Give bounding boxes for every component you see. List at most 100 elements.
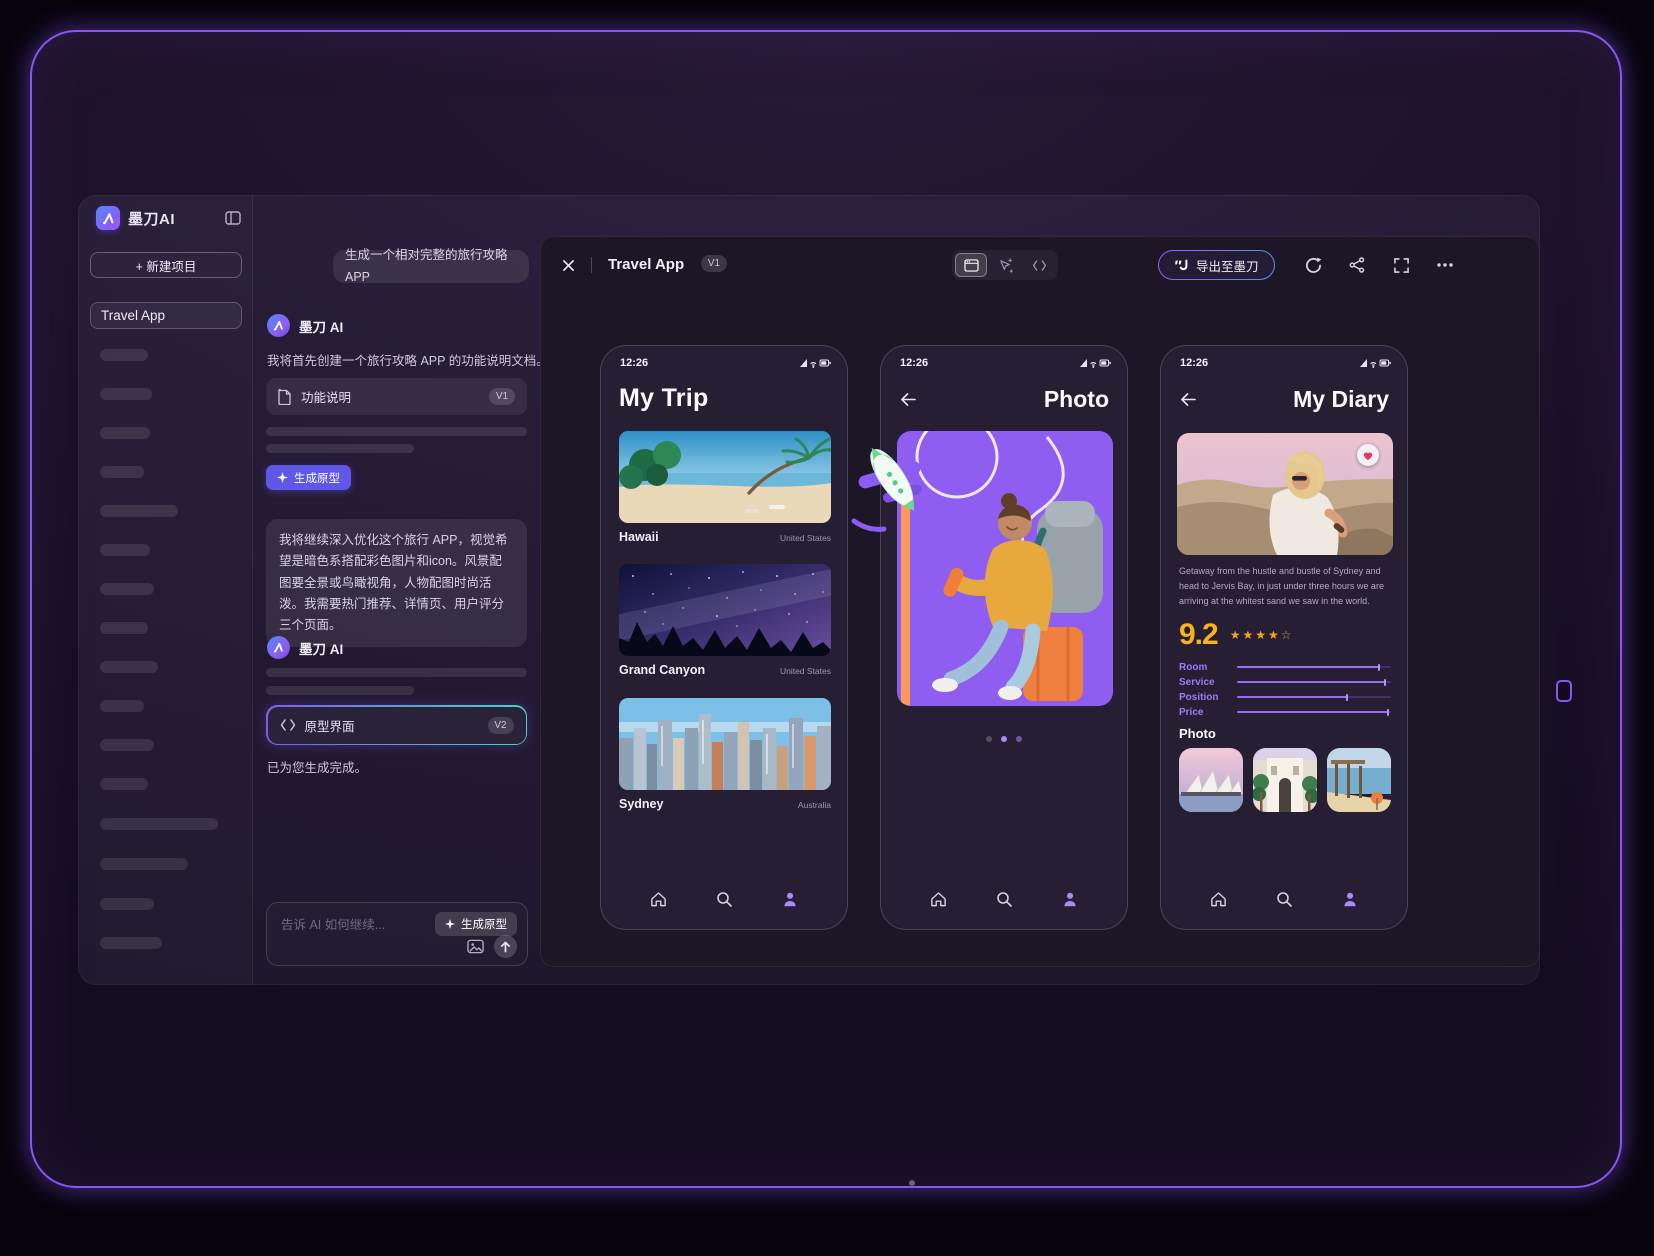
status-time: 12:26 [900,357,928,369]
night-sky-image [619,564,831,656]
rating-label: Room [1179,662,1237,673]
phone-bottom-nav [601,889,847,909]
ai-message: 已为您生成完成。 [267,757,367,776]
nav-home-icon[interactable] [648,889,668,909]
code-mode-button[interactable] [1023,253,1055,277]
page-indicator-dot [909,1180,915,1186]
favorite-heart-button[interactable] [1357,444,1379,466]
sparkle-icon [277,472,288,483]
close-preview-icon[interactable] [558,255,578,275]
ai-avatar-icon [267,314,290,337]
toolbar-divider [591,257,592,273]
rating-label: Position [1179,692,1237,703]
trip-card-sydney[interactable] [619,698,831,790]
send-button[interactable] [494,935,517,958]
input-generate-prototype-button[interactable]: 生成原型 [435,912,517,936]
carousel-dot-active[interactable] [1001,736,1007,742]
rating-bar-room: Room [1179,660,1391,674]
nav-profile-icon[interactable] [780,889,800,909]
destination-country: United States [780,533,831,543]
nav-search-icon[interactable] [994,889,1014,909]
trip-card-grand-canyon[interactable] [619,564,831,656]
nav-search-icon[interactable] [1274,889,1294,909]
generate-prototype-button[interactable]: 生成原型 [266,465,351,490]
status-time: 12:26 [620,357,648,369]
attach-image-icon[interactable] [465,936,485,956]
brand-row: 墨刀AI [96,205,236,231]
sidebar-skeleton [100,661,158,673]
sidebar-skeleton [100,427,150,439]
phone-status-bar: 12:26 [900,357,1112,369]
user-message: 我将继续深入优化这个旅行 APP，视觉希望是暗色系搭配彩色图片和icon。风景配… [266,519,527,647]
rating-label: Service [1179,677,1237,688]
rating-bar-position: Position [1179,690,1391,704]
city-aerial-image [619,698,831,790]
ai-name: 墨刀 AI [299,638,343,658]
destination-name: Grand Canyon [619,663,705,677]
export-to-modao-button[interactable]: 导出至墨刀 [1158,250,1275,280]
nav-search-icon[interactable] [714,889,734,909]
view-mode-segmented-control [952,250,1058,280]
fullscreen-icon[interactable] [1391,255,1411,275]
destination-country: United States [780,666,831,676]
photo-thumb-opera-house[interactable] [1179,748,1243,812]
code-icon [1032,260,1047,271]
chat-skeleton [266,427,527,436]
nav-home-icon[interactable] [1208,889,1228,909]
carousel-dot[interactable] [986,736,992,742]
phone-bottom-nav [881,889,1127,909]
sidebar-collapse-icon[interactable] [223,208,243,228]
phone-mockup-my-trip: 12:26 My Trip Hawaii United States [600,345,848,930]
chat-skeleton [266,444,414,453]
sidebar-skeleton [100,388,152,400]
carousel-dot[interactable] [1016,736,1022,742]
share-icon[interactable] [1347,255,1367,275]
sidebar-item-travel-app[interactable]: Travel App [90,302,242,329]
back-arrow-icon[interactable] [1180,392,1198,408]
back-arrow-icon[interactable] [900,392,918,408]
rating-bar-fill [1237,681,1386,683]
stars-empty: ☆ [1281,628,1294,642]
chat-skeleton [266,686,414,695]
phone-mockup-photo: 12:26 Photo [880,345,1128,930]
more-options-icon[interactable] [1435,255,1455,275]
sparkle-icon [445,919,455,929]
destination-country: Australia [798,800,831,810]
new-project-button[interactable]: + 新建项目 [90,252,242,278]
nav-profile-icon[interactable] [1340,889,1360,909]
rating-score: 9.2 [1179,618,1218,652]
sidebar-skeleton [100,544,150,556]
screen-title: Photo [1044,386,1109,413]
modao-logo-icon [96,206,120,230]
refresh-icon[interactable] [1303,255,1323,275]
preview-mode-button[interactable] [955,253,987,277]
rating-label: Price [1179,707,1237,718]
sidebar-skeleton [100,622,148,634]
diary-review-text: Getaway from the hustle and bustle of Sy… [1179,564,1391,609]
modao-glyph-icon [1174,258,1188,272]
chat-input[interactable] [281,915,441,935]
doc-card[interactable]: 功能说明 V1 [266,378,527,415]
photo-thumb-white-building[interactable] [1253,748,1317,812]
screenshot-stage: 墨刀AI + 新建项目 Travel App 生成一个相对完整的旅行攻略 APP… [0,0,1654,1256]
status-icons [1080,358,1112,368]
frame-resize-handle[interactable] [1556,680,1572,702]
trip-card-hawaii[interactable] [619,431,831,523]
prototype-card-label: 原型界面 [305,716,479,735]
nav-home-icon[interactable] [928,889,948,909]
nav-profile-icon[interactable] [1060,889,1080,909]
sidebar-skeleton [100,700,144,712]
star-rating: ★★★★☆ [1230,628,1294,642]
interact-mode-button[interactable] [989,253,1021,277]
ai-message: 我将首先创建一个旅行攻略 APP 的功能说明文档。 [267,350,549,369]
rating-bar-fill [1237,696,1348,698]
sidebar-skeleton [100,898,154,910]
sidebar-skeleton [100,505,178,517]
prototype-card[interactable]: 原型界面 V2 [266,705,527,745]
trip-card-caption: Grand Canyon United States [619,663,831,677]
sidebar-skeleton [100,778,148,790]
photo-thumb-beach-pier[interactable] [1327,748,1391,812]
ai-header: 墨刀 AI [267,314,343,337]
export-label: 导出至墨刀 [1196,256,1259,275]
status-time: 12:26 [1180,357,1208,369]
